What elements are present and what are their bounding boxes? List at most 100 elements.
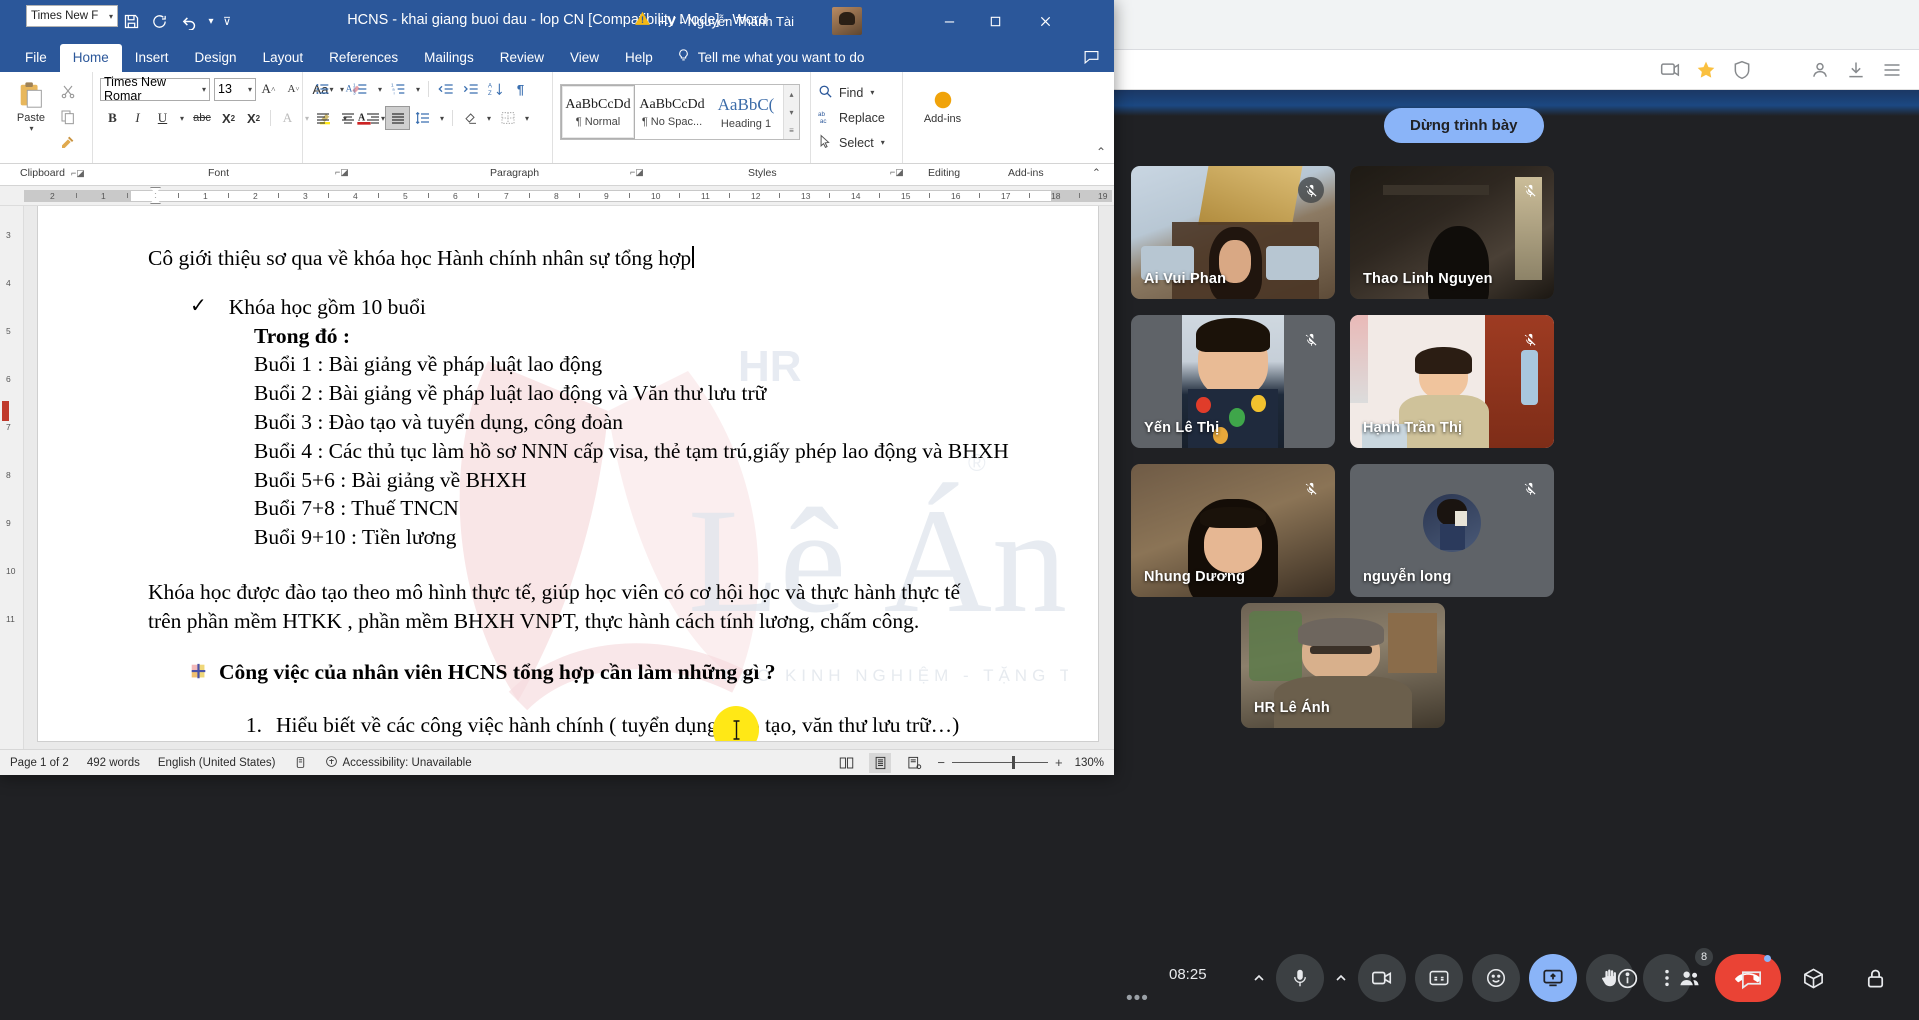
borders-caret-icon[interactable]: ▾: [520, 106, 533, 130]
zoom-in-button[interactable]: +: [1055, 755, 1063, 770]
style-heading-1[interactable]: AaBbC( Heading 1: [709, 85, 783, 139]
document-body[interactable]: Cô giới thiệu sơ qua về khóa học Hành ch…: [38, 206, 1098, 741]
participant-tile[interactable]: Yến Lê Thị: [1131, 315, 1335, 448]
camera-button[interactable]: [1358, 954, 1406, 1002]
proofing-icon[interactable]: [294, 756, 307, 769]
participant-tile[interactable]: Ai Vui Phan: [1131, 166, 1335, 299]
profile-icon[interactable]: [1809, 59, 1831, 81]
horizontal-ruler[interactable]: 2 1 1 2 3 4 5 6 7 8 9 10 11 12 13 14 15 …: [0, 186, 1114, 206]
activities-button[interactable]: [1791, 956, 1835, 1000]
page-indicator[interactable]: Page 1 of 2: [10, 757, 69, 769]
justify-button[interactable]: [385, 106, 410, 130]
shading-caret-icon[interactable]: ▾: [482, 106, 495, 130]
document-page[interactable]: HR Lê Ánh ® TRAO KINH NGHIỆM - TẶNG TƯƠN…: [38, 206, 1098, 741]
zoom-out-button[interactable]: −: [937, 755, 945, 770]
tell-me-search[interactable]: Tell me what you want to do: [666, 42, 875, 72]
participant-tile[interactable]: nguyễn long: [1350, 464, 1554, 597]
save-icon[interactable]: [120, 10, 142, 32]
tab-view[interactable]: View: [557, 44, 612, 72]
more-info-dots[interactable]: •••: [1126, 988, 1149, 1010]
stop-presenting-button[interactable]: Dừng trình bày: [1384, 108, 1544, 143]
camera-options-caret-icon[interactable]: [1333, 954, 1349, 1002]
undo-circle-icon[interactable]: [148, 10, 170, 32]
styles-more-icon[interactable]: ≡: [784, 121, 799, 139]
select-button[interactable]: Select ▾: [818, 130, 885, 155]
word-count[interactable]: 492 words: [87, 757, 140, 769]
text-effects-button[interactable]: A: [275, 106, 300, 130]
shield-icon[interactable]: [1731, 59, 1753, 81]
multilevel-caret-icon[interactable]: ▾: [411, 77, 424, 101]
dialog-launcher-icon[interactable]: ⌐◪: [71, 168, 85, 179]
styles-dialog-launcher[interactable]: ⌐◪: [890, 167, 904, 178]
line-spacing-button[interactable]: [410, 106, 435, 130]
superscript-button[interactable]: X2: [241, 106, 266, 130]
add-ins-button[interactable]: Add-ins: [917, 86, 969, 125]
align-left-button[interactable]: [310, 106, 335, 130]
chat-button[interactable]: [1729, 956, 1773, 1000]
bullet-list-button[interactable]: [310, 77, 335, 101]
subscript-button[interactable]: X2: [216, 106, 241, 130]
style-normal[interactable]: AaBbCcDd ¶ Normal: [561, 85, 635, 139]
borders-button[interactable]: [495, 106, 520, 130]
meeting-details-button[interactable]: [1605, 956, 1649, 1000]
cut-button[interactable]: [55, 80, 80, 104]
participant-tile[interactable]: Thao Linh Nguyen: [1350, 166, 1554, 299]
font-size-box[interactable]: 13 ▾: [214, 78, 256, 101]
zoom-track[interactable]: [952, 762, 1048, 764]
people-button[interactable]: 8: [1667, 956, 1711, 1000]
styles-scroll-down-icon[interactable]: ▾: [784, 103, 799, 121]
styles-gallery[interactable]: AaBbCcDd ¶ Normal AaBbCcDd ¶ No Spac... …: [560, 84, 800, 140]
tab-references[interactable]: References: [316, 44, 411, 72]
copy-button[interactable]: [55, 105, 80, 129]
line-spacing-caret-icon[interactable]: ▾: [435, 106, 448, 130]
microphone-button[interactable]: [1276, 954, 1324, 1002]
restore-button[interactable]: [972, 0, 1018, 42]
participant-tile[interactable]: Nhung Dương: [1131, 464, 1335, 597]
tab-mailings[interactable]: Mailings: [411, 44, 487, 72]
style-no-spacing[interactable]: AaBbCcDd ¶ No Spac...: [635, 85, 709, 139]
align-right-button[interactable]: [360, 106, 385, 130]
multilevel-list-button[interactable]: 1ai: [386, 77, 411, 101]
participant-tile-presenter[interactable]: HR Lê Ánh: [1241, 603, 1445, 728]
paste-button[interactable]: Paste ▾: [7, 77, 55, 133]
comments-icon[interactable]: [1083, 48, 1100, 70]
zoom-slider[interactable]: − +: [937, 755, 1062, 770]
tab-layout[interactable]: Layout: [250, 44, 317, 72]
present-screen-button[interactable]: [1529, 954, 1577, 1002]
format-painter-button[interactable]: [55, 130, 80, 154]
increase-indent-button[interactable]: [458, 77, 483, 101]
grow-font-button[interactable]: A˄: [256, 77, 281, 101]
collapse-ribbon-chevron-icon[interactable]: ⌃: [1092, 167, 1101, 179]
emoji-button[interactable]: [1472, 954, 1520, 1002]
tab-home[interactable]: Home: [60, 44, 122, 72]
read-mode-button[interactable]: [835, 753, 857, 773]
font-dialog-launcher[interactable]: ⌐◪: [335, 167, 349, 178]
replace-button[interactable]: abac Replace: [818, 105, 885, 130]
print-layout-button[interactable]: [869, 753, 891, 773]
captions-button[interactable]: [1415, 954, 1463, 1002]
quick-font-name-box[interactable]: Times New F ▾: [26, 5, 118, 27]
mic-options-caret-icon[interactable]: [1251, 954, 1267, 1002]
sort-button[interactable]: AZ: [483, 77, 508, 101]
align-center-button[interactable]: [335, 106, 360, 130]
underline-options-caret-icon[interactable]: ▾: [175, 106, 188, 130]
numbered-caret-icon[interactable]: ▾: [373, 77, 386, 101]
screen-share-icon[interactable]: [1659, 59, 1681, 81]
find-button[interactable]: Find ▾: [818, 80, 874, 105]
customize-qat-icon[interactable]: ⊽: [216, 10, 238, 32]
show-formatting-button[interactable]: ¶: [508, 77, 533, 101]
bold-button[interactable]: B: [100, 106, 125, 130]
menu-icon[interactable]: [1881, 59, 1903, 81]
italic-button[interactable]: I: [125, 106, 150, 130]
minimize-button[interactable]: [926, 0, 972, 42]
close-button[interactable]: [1022, 0, 1068, 42]
styles-scroll[interactable]: ▴ ▾ ≡: [783, 85, 799, 139]
styles-scroll-up-icon[interactable]: ▴: [784, 85, 799, 103]
star-icon[interactable]: [1695, 59, 1717, 81]
tab-file[interactable]: File: [12, 44, 60, 72]
language-indicator[interactable]: English (United States): [158, 757, 276, 769]
tab-design[interactable]: Design: [182, 44, 250, 72]
tab-review[interactable]: Review: [487, 44, 557, 72]
download-icon[interactable]: [1845, 59, 1867, 81]
underline-button[interactable]: U: [150, 106, 175, 130]
